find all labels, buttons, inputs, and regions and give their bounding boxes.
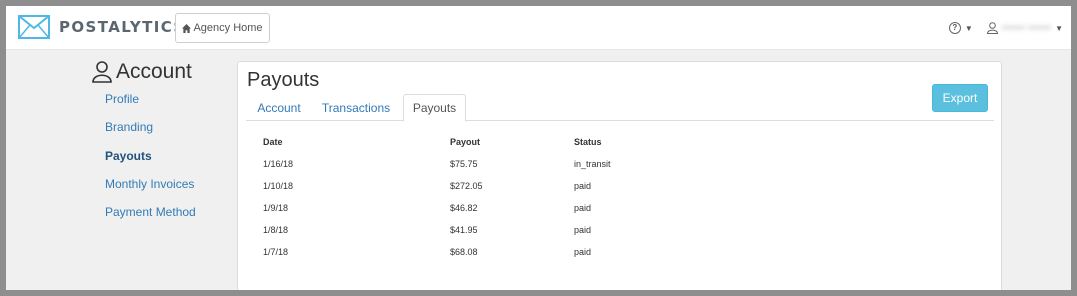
- column-header-status: Status: [574, 137, 602, 147]
- table-row: 1/16/18 $75.75 in_transit: [263, 159, 963, 181]
- tab-account[interactable]: Account: [246, 94, 312, 121]
- tab-transactions[interactable]: Transactions: [316, 94, 396, 121]
- help-caret-icon[interactable]: ▼: [965, 24, 973, 33]
- cell-payout: $68.08: [450, 247, 478, 257]
- cell-status: in_transit: [574, 159, 611, 169]
- cell-payout: $75.75: [450, 159, 478, 169]
- cell-date: 1/16/18: [263, 159, 294, 169]
- user-menu-caret-icon[interactable]: ▼: [1055, 24, 1063, 33]
- cell-date: 1/7/18: [263, 247, 289, 257]
- cell-status: paid: [574, 203, 592, 213]
- sidebar-item-payment-method[interactable]: Payment Method: [105, 205, 196, 233]
- cell-payout: $272.05: [450, 181, 483, 191]
- user-icon[interactable]: [986, 22, 998, 34]
- brand-logo[interactable]: POSTALYTICS: [18, 15, 186, 39]
- sidebar-title: Account: [92, 60, 192, 84]
- column-header-date: Date: [263, 137, 283, 147]
- brand-name: POSTALYTICS: [59, 18, 186, 36]
- cell-date: 1/10/18: [263, 181, 294, 191]
- sidebar-title-text: Account: [116, 60, 192, 83]
- envelope-logo-icon: [18, 15, 50, 39]
- help-icon[interactable]: ?: [948, 22, 961, 34]
- cell-date: 1/8/18: [263, 225, 289, 235]
- table-row: 1/7/18 $68.08 paid: [263, 247, 963, 269]
- table-header-row: Date Payout Status: [263, 137, 963, 159]
- page-title: Payouts: [247, 69, 320, 91]
- cell-date: 1/9/18: [263, 203, 289, 213]
- agency-home-label: Agency Home: [193, 22, 263, 34]
- column-header-payout: Payout: [450, 137, 481, 147]
- sidebar-item-payouts[interactable]: Payouts: [105, 149, 196, 177]
- sidebar-item-monthly-invoices[interactable]: Monthly Invoices: [105, 177, 196, 205]
- table-row: 1/8/18 $41.95 paid: [263, 225, 963, 247]
- app-window: POSTALYTICS Agency Home ? ▼ •••••• •••••…: [6, 6, 1071, 290]
- payouts-panel: Payouts Export Account Transactions Payo…: [237, 61, 1002, 290]
- table-row: 1/9/18 $46.82 paid: [263, 203, 963, 225]
- sidebar-nav: Profile Branding Payouts Monthly Invoice…: [105, 92, 196, 233]
- cell-payout: $46.82: [450, 203, 478, 213]
- tab-payouts[interactable]: Payouts: [403, 94, 466, 122]
- user-name[interactable]: •••••• ••••••: [1002, 22, 1051, 34]
- agency-home-button[interactable]: Agency Home: [175, 13, 270, 43]
- user-controls: ? ▼ •••••• •••••• ▼: [948, 6, 1063, 50]
- top-navbar: POSTALYTICS Agency Home ? ▼ •••••• •••••…: [6, 6, 1071, 50]
- cell-status: paid: [574, 225, 592, 235]
- home-icon: [182, 23, 192, 33]
- table-row: 1/10/18 $272.05 paid: [263, 181, 963, 203]
- tab-bar: Account Transactions Payouts: [246, 94, 994, 122]
- cell-status: paid: [574, 181, 592, 191]
- account-user-icon: [92, 61, 112, 83]
- sidebar-item-profile[interactable]: Profile: [105, 92, 196, 120]
- sidebar-item-branding[interactable]: Branding: [105, 120, 196, 148]
- cell-payout: $41.95: [450, 225, 478, 235]
- payouts-table: Date Payout Status 1/16/18 $75.75 in_tra…: [263, 137, 963, 269]
- cell-status: paid: [574, 247, 592, 257]
